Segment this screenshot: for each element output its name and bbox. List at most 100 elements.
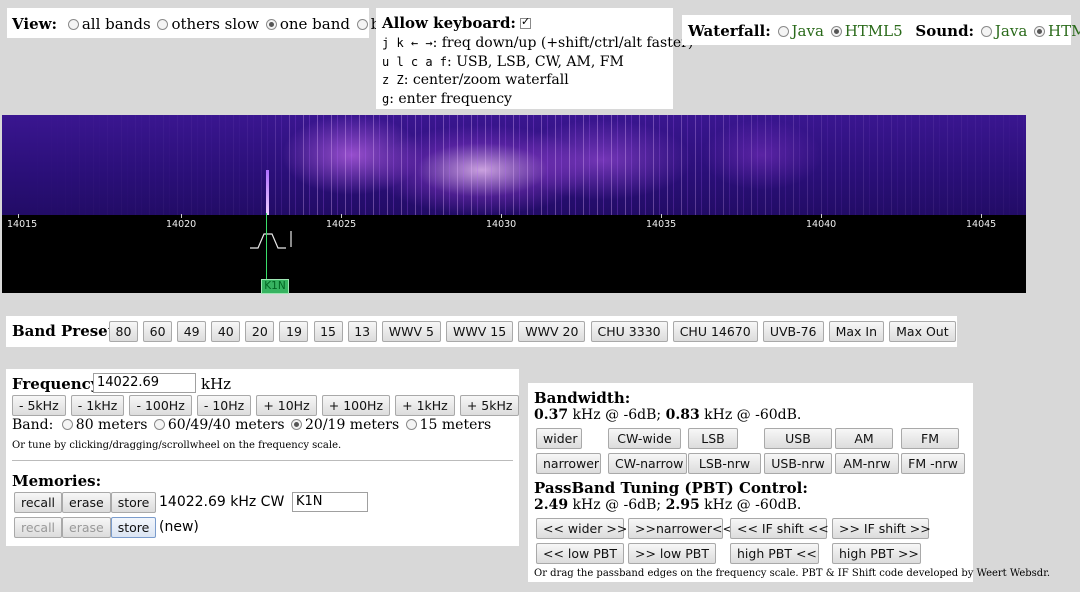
band-80m-label: 80 meters (75, 417, 148, 433)
new-memory-erase-button[interactable]: erase (62, 517, 111, 538)
station-tag[interactable]: K1N (261, 279, 289, 294)
sound-html5-label: HTML5 (1048, 22, 1080, 40)
divider (12, 460, 513, 461)
memory-entry-text: 14022.69 kHz CW (159, 494, 285, 510)
scale-tick-label: 14035 (646, 219, 677, 230)
bw-fm-button[interactable]: FM (901, 428, 959, 449)
bw-wider-button[interactable]: wider (536, 428, 582, 449)
scale-tick-label: 14030 (486, 219, 517, 230)
frequency-unit: kHz (201, 375, 232, 393)
preset-wwv5-button[interactable]: WWV 5 (381, 321, 441, 342)
max-out-button[interactable]: Max Out (889, 321, 956, 342)
low-pbt-down-button[interactable]: << low PBT (536, 543, 624, 564)
max-in-button[interactable]: Max In (828, 321, 885, 342)
waterfall-streaks (2, 115, 1026, 215)
bw-narrower-button[interactable]: narrower (536, 453, 601, 474)
pbt-wider-button[interactable]: << wider >> (536, 518, 627, 539)
scale-tick-label: 14015 (7, 219, 38, 230)
preset-wwv15-button[interactable]: WWV 15 (446, 321, 514, 342)
band-60-49-40m-radio[interactable] (153, 419, 165, 430)
waterfall-html5-radio[interactable] (830, 26, 842, 37)
keyboard-line: g: enter frequency (382, 90, 512, 107)
sound-html5-radio[interactable] (1034, 26, 1046, 37)
preset-40-button[interactable]: 40 (211, 321, 241, 342)
pbt-narrower-button[interactable]: >>narrower<< (628, 518, 733, 539)
high-pbt-up-button[interactable]: high PBT >> (832, 543, 921, 564)
bw-am-nrw-button[interactable]: AM-nrw (835, 453, 899, 474)
bw-lsb-nrw-button[interactable]: LSB-nrw (688, 453, 761, 474)
step-plus-5khz-button[interactable]: + 5kHz (459, 395, 520, 416)
keyboard-panel: Allow keyboard: j k ← →: freq down/up (+… (376, 8, 693, 109)
low-pbt-up-button[interactable]: >> low PBT (628, 543, 716, 564)
band-presets-panel: Band Presets 80 60 49 40 20 19 15 13 WWV… (6, 316, 957, 347)
waterfall-sound-panel: Waterfall: Java HTML5 Sound: Java HTML5 (682, 15, 1080, 45)
preset-20-button[interactable]: 20 (245, 321, 275, 342)
preset-19-button[interactable]: 19 (279, 321, 309, 342)
view-panel: View: all bands others slow one band bli… (7, 8, 409, 38)
preset-60-button[interactable]: 60 (143, 321, 173, 342)
waterfall-display[interactable] (2, 115, 1026, 215)
memory-name-input[interactable]: K1N (292, 492, 368, 512)
bandwidth-title: Bandwidth: (534, 389, 631, 407)
bandwidth-panel: Bandwidth: 0.37 kHz @ -6dB; 0.83 kHz @ -… (528, 383, 1050, 582)
frequency-hint: Or tune by clicking/dragging/scrollwheel… (12, 440, 342, 451)
sound-label: Sound: (915, 22, 975, 40)
waterfall-java-label: Java (791, 22, 824, 40)
waterfall-java-radio[interactable] (777, 26, 789, 37)
keyboard-line: j k ← →: freq down/up (+shift/ctrl/alt f… (382, 35, 694, 51)
step-plus-10hz-button[interactable]: + 10Hz (256, 395, 317, 416)
step-minus-5khz-button[interactable]: - 5kHz (12, 395, 66, 416)
step-minus-1khz-button[interactable]: - 1kHz (70, 395, 125, 416)
preset-chu14670-button[interactable]: CHU 14670 (672, 321, 758, 342)
step-minus-100hz-button[interactable]: - 100Hz (129, 395, 192, 416)
scale-tick-label: 14025 (326, 219, 357, 230)
memory-erase-button[interactable]: erase (62, 492, 111, 513)
memory-store-button[interactable]: store (110, 492, 157, 513)
bw-usb-button[interactable]: USB (764, 428, 832, 449)
preset-13-button[interactable]: 13 (347, 321, 377, 342)
pbt-readout: 2.49 kHz @ -6dB; 2.95 kHz @ -60dB. (534, 497, 802, 513)
scale-tick-label: 14020 (166, 219, 197, 230)
bw-fm-nrw-button[interactable]: FM -nrw (901, 453, 965, 474)
view-all-bands-radio[interactable] (67, 19, 79, 30)
band-15m-radio[interactable] (405, 419, 417, 430)
view-others-slow-radio[interactable] (157, 19, 169, 30)
waterfall-signal-line (266, 170, 269, 215)
step-plus-100hz-button[interactable]: + 100Hz (321, 395, 391, 416)
sound-java-radio[interactable] (980, 26, 992, 37)
band-80m-radio[interactable] (61, 419, 73, 430)
new-memory-text: (new) (159, 519, 199, 535)
allow-keyboard-checkbox[interactable] (519, 15, 531, 29)
preset-chu3330-button[interactable]: CHU 3330 (590, 321, 668, 342)
memory-recall-button[interactable]: recall (14, 492, 63, 513)
sound-java-label: Java (994, 22, 1028, 40)
preset-uvb76-button[interactable]: UVB-76 (762, 321, 824, 342)
view-others-slow-label: others slow (171, 15, 260, 33)
if-shift-up-button[interactable]: >> IF shift >> (832, 518, 931, 539)
bw-usb-nrw-button[interactable]: USB-nrw (764, 453, 832, 474)
step-minus-10hz-button[interactable]: - 10Hz (196, 395, 252, 416)
passband-indicator[interactable] (248, 228, 296, 250)
new-memory-store-button[interactable]: store (110, 517, 157, 538)
view-blind-radio[interactable] (356, 19, 368, 30)
if-shift-down-button[interactable]: << IF shift << (730, 518, 829, 539)
preset-15-button[interactable]: 15 (313, 321, 343, 342)
view-one-band-radio[interactable] (265, 19, 277, 30)
bandwidth-readout: 0.37 kHz @ -6dB; 0.83 kHz @ -60dB. (534, 407, 802, 423)
preset-80-button[interactable]: 80 (109, 321, 138, 342)
frequency-input[interactable]: 14022.69 (93, 373, 196, 393)
step-plus-1khz-button[interactable]: + 1kHz (395, 395, 455, 416)
bw-lsb-button[interactable]: LSB (688, 428, 738, 449)
keyboard-line: u l c a f: USB, LSB, CW, AM, FM (382, 53, 624, 70)
bw-cw-wide-button[interactable]: CW-wide (608, 428, 681, 449)
high-pbt-down-button[interactable]: high PBT << (730, 543, 819, 564)
pbt-title: PassBand Tuning (PBT) Control: (534, 479, 808, 497)
bw-cw-narrow-button[interactable]: CW-narrow (608, 453, 687, 474)
new-memory-recall-button[interactable]: recall (14, 517, 63, 538)
band-20-19m-radio[interactable] (291, 419, 303, 430)
bw-am-button[interactable]: AM (835, 428, 893, 449)
band-60-49-40m-label: 60/49/40 meters (167, 417, 285, 433)
scale-tick-label: 14045 (966, 219, 997, 230)
preset-wwv20-button[interactable]: WWV 20 (518, 321, 586, 342)
preset-49-button[interactable]: 49 (177, 321, 207, 342)
